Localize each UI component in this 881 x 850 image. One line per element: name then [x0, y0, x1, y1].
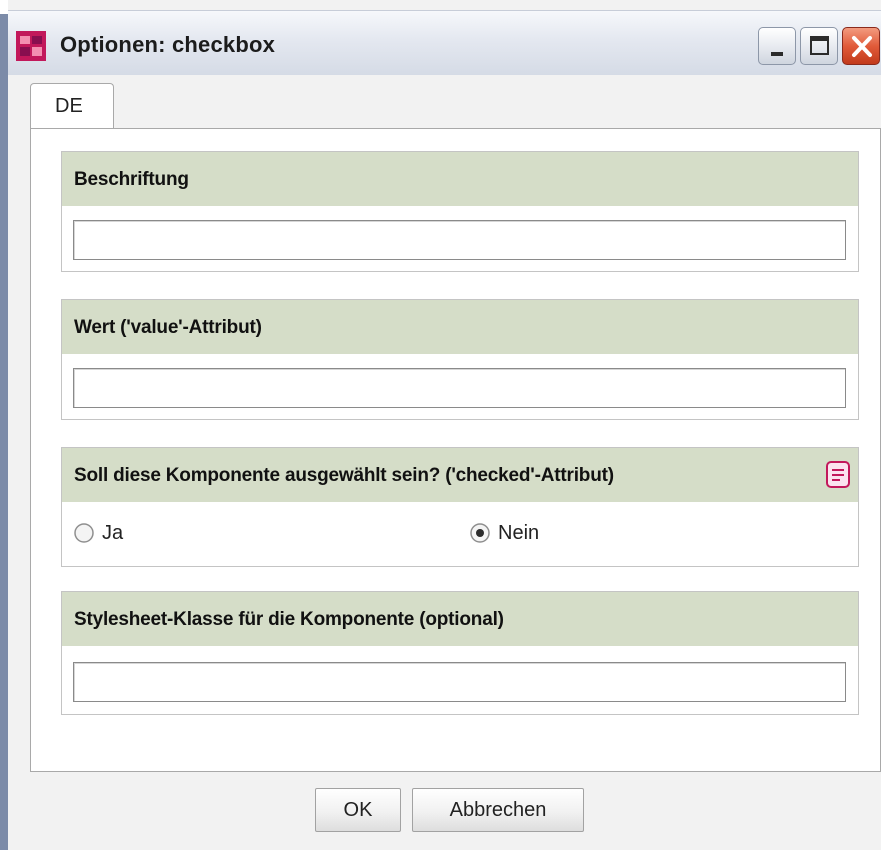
checked-group: Soll diese Komponente ausgewählt sein? (… [61, 447, 859, 567]
value-group: Wert ('value'-Attribut) [61, 299, 859, 420]
title-bar[interactable]: Optionen: checkbox [8, 10, 881, 76]
label-group: Beschriftung [61, 151, 859, 272]
checked-group-title: Soll diese Komponente ausgewählt sein? (… [74, 465, 614, 486]
css-class-group: Stylesheet-Klasse für die Komponente (op… [61, 591, 859, 715]
maximize-icon [810, 36, 829, 55]
radio-nein-circle[interactable] [470, 523, 490, 543]
radio-nein-label: Nein [498, 522, 540, 544]
maximize-button[interactable] [800, 27, 838, 65]
firstspirit-app-icon [16, 31, 46, 61]
close-icon [852, 36, 872, 57]
value-input[interactable] [73, 368, 846, 408]
label-input[interactable] [73, 220, 846, 260]
radio-ja-label: Ja [102, 522, 124, 544]
cancel-button[interactable]: Abbrechen [412, 788, 584, 832]
tab-panel-de: Beschriftung Wert ('value'-Attribut) Sol… [30, 128, 881, 772]
label-group-header: Beschriftung [62, 152, 858, 206]
checked-group-header: Soll diese Komponente ausgewählt sein? (… [62, 448, 858, 502]
radio-nein[interactable]: Nein [470, 516, 670, 550]
tab-de[interactable]: DE [30, 83, 114, 129]
note-icon[interactable] [826, 461, 850, 488]
radio-ja[interactable]: Ja [74, 516, 274, 550]
close-button[interactable] [842, 27, 880, 65]
css-class-input[interactable] [73, 662, 846, 702]
ok-button[interactable]: OK [315, 788, 401, 832]
dialog-window: Optionen: checkbox DE Beschriftung Wert … [0, 0, 881, 850]
dialog-content: DE Beschriftung Wert ('value'-Attribut) … [8, 75, 881, 850]
css-class-group-header: Stylesheet-Klasse für die Komponente (op… [62, 592, 858, 646]
minimize-icon [771, 52, 783, 56]
radio-ja-circle[interactable] [74, 523, 94, 543]
value-group-header: Wert ('value'-Attribut) [62, 300, 858, 354]
minimize-button[interactable] [758, 27, 796, 65]
window-title: Optionen: checkbox [60, 32, 276, 57]
